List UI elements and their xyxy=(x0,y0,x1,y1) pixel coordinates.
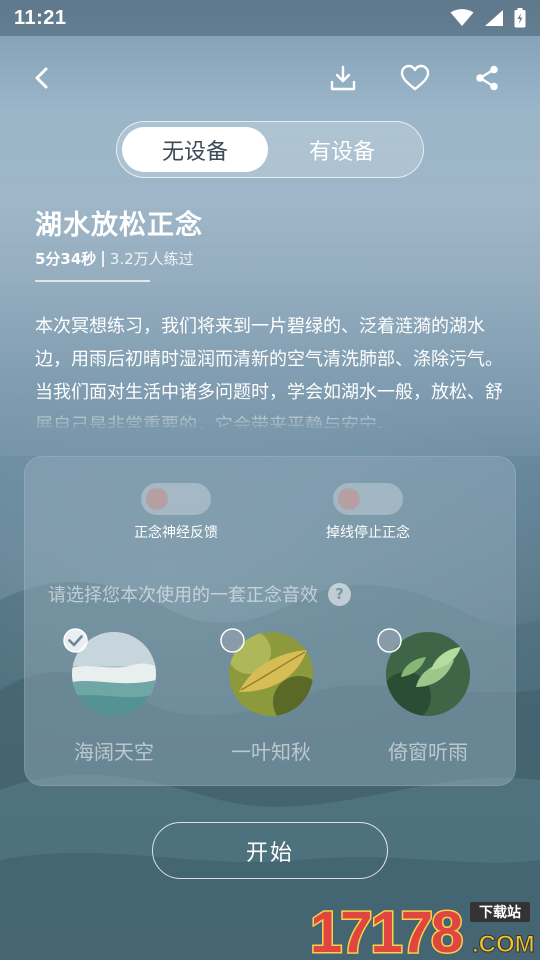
session-duration: 5分34秒 xyxy=(35,250,97,268)
sound-prompt: 请选择您本次使用的一套正念音效 ? xyxy=(48,581,351,607)
switch-knob xyxy=(146,488,168,510)
sound-prompt-text: 请选择您本次使用的一套正念音效 xyxy=(48,585,318,606)
page-title: 湖水放松正念 xyxy=(35,210,203,241)
neurofeedback-switch[interactable] xyxy=(141,483,211,515)
sound-name: 一叶知秋 xyxy=(231,740,311,764)
cellular-signal-icon xyxy=(485,10,503,26)
download-button[interactable] xyxy=(321,56,365,100)
settings-card: 正念神经反馈 掉线停止正念 请选择您本次使用的一套正念音效 ? 海阔天空 一叶知… xyxy=(24,456,516,786)
heart-icon xyxy=(400,64,430,91)
meta-divider xyxy=(102,250,104,267)
tab-no-device[interactable]: 无设备 xyxy=(122,127,268,172)
site-watermark-logo: 17178 17178 下载站 .COM xyxy=(309,899,535,959)
start-button[interactable]: 开始 xyxy=(152,822,388,879)
toggle-neurofeedback: 正念神经反馈 xyxy=(96,483,256,542)
back-arrow-icon xyxy=(35,67,48,89)
switch-knob xyxy=(338,488,360,510)
sound-name: 海阔天空 xyxy=(74,740,154,764)
unselected-radio-icon xyxy=(220,628,245,653)
unselected-radio-icon xyxy=(377,628,402,653)
sound-option-window-rain[interactable]: 倚窗听雨 xyxy=(368,628,488,765)
toggle-stop-on-disconnect: 掉线停止正念 xyxy=(288,483,448,542)
share-icon xyxy=(476,65,498,91)
back-button[interactable] xyxy=(20,56,64,100)
title-underline xyxy=(35,280,150,282)
selected-check-icon xyxy=(63,628,88,653)
svg-text:17178: 17178 xyxy=(310,900,462,958)
stop-on-disconnect-label: 掉线停止正念 xyxy=(326,525,410,541)
share-button[interactable] xyxy=(465,56,509,100)
status-bar: 11:21 xyxy=(0,0,540,36)
tab-with-device[interactable]: 有设备 xyxy=(269,127,415,172)
status-icons xyxy=(450,8,526,28)
session-meta: 5分34秒 3.2万人练过 xyxy=(35,248,194,269)
practitioner-count: 3.2万人练过 xyxy=(109,250,194,268)
svg-text:.COM: .COM xyxy=(472,931,534,958)
sound-option-autumn-leaf[interactable]: 一叶知秋 xyxy=(211,628,331,765)
session-description: 本次冥想练习，我们将来到一片碧绿的、泛着涟漪的湖水边，用雨后初晴时湿润而清新的空… xyxy=(35,316,503,428)
favorite-button[interactable] xyxy=(393,56,437,100)
svg-text:下载站: 下载站 xyxy=(479,904,521,921)
sound-name: 倚窗听雨 xyxy=(388,740,468,764)
stop-on-disconnect-switch[interactable] xyxy=(333,483,403,515)
action-bar xyxy=(0,56,540,100)
wifi-icon xyxy=(450,9,474,26)
device-mode-switch: 无设备 有设备 xyxy=(116,121,424,178)
battery-charging-icon xyxy=(514,8,526,28)
status-time: 11:21 xyxy=(14,6,67,29)
sound-option-sea-sky[interactable]: 海阔天空 xyxy=(54,628,174,765)
neurofeedback-label: 正念神经反馈 xyxy=(134,525,218,541)
help-icon[interactable]: ? xyxy=(328,582,351,606)
download-icon xyxy=(330,65,356,91)
